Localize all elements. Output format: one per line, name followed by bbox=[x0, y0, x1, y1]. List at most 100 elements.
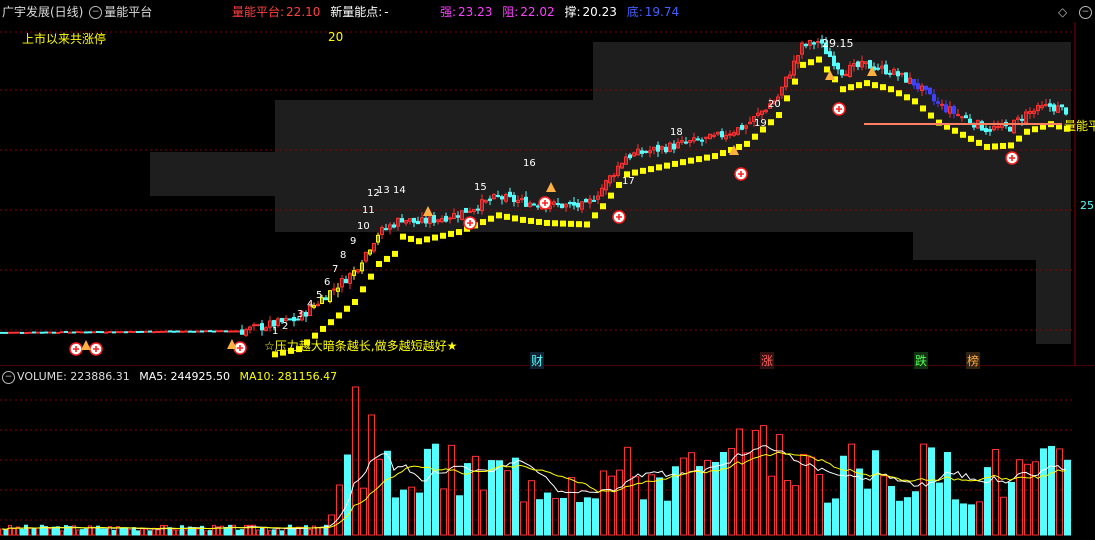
volume-bar bbox=[0, 528, 4, 536]
volume-bar bbox=[816, 474, 823, 536]
volume-bar bbox=[512, 457, 519, 536]
volume-bar bbox=[736, 428, 743, 536]
volume-bar bbox=[276, 528, 280, 536]
volume-bar bbox=[84, 528, 88, 536]
volume-bar bbox=[32, 528, 36, 536]
volume-bar bbox=[288, 524, 292, 536]
volume-bar bbox=[64, 525, 68, 536]
volume-bar bbox=[360, 487, 367, 536]
stock-chart-window: 广宇发展(日线) − 量能平台 量能平台: 22.10 新量能点: - 强: 23.23… bbox=[0, 0, 1095, 540]
volume-bar bbox=[284, 527, 288, 536]
volume-bar bbox=[616, 469, 623, 536]
volume-bar bbox=[952, 499, 959, 536]
volume-bar bbox=[712, 461, 719, 536]
volume-bar bbox=[316, 526, 320, 536]
volume-bar bbox=[1032, 461, 1039, 536]
volume-bar bbox=[536, 499, 543, 536]
volume-bar bbox=[480, 489, 487, 536]
volume-bar bbox=[792, 485, 799, 536]
volume-bar bbox=[48, 528, 52, 536]
volume-bar bbox=[752, 429, 759, 536]
volume-bar bbox=[408, 486, 415, 536]
volume-bar bbox=[12, 528, 16, 536]
volume-bar bbox=[696, 466, 703, 536]
volume-bar bbox=[228, 524, 232, 536]
volume-bar bbox=[640, 499, 647, 536]
volume-bar bbox=[768, 475, 775, 536]
volume-bar bbox=[232, 524, 236, 536]
volume-bar bbox=[520, 501, 527, 536]
volume-bar bbox=[272, 529, 276, 536]
volume-bar bbox=[240, 529, 244, 536]
volume-bar bbox=[352, 386, 359, 536]
volume-bar bbox=[140, 528, 144, 536]
volume-bar bbox=[1064, 459, 1071, 536]
volume-bar bbox=[552, 498, 559, 536]
volume-bar bbox=[904, 497, 911, 536]
volume-bar bbox=[888, 486, 895, 536]
volume-bar bbox=[92, 526, 96, 536]
volume-bar bbox=[1040, 448, 1047, 536]
volume-bar bbox=[584, 497, 591, 536]
volume-bar bbox=[368, 414, 375, 536]
volume-bar bbox=[1000, 496, 1007, 536]
volume-bar bbox=[280, 530, 284, 536]
volume-bar bbox=[384, 450, 391, 536]
volume-bar bbox=[976, 501, 983, 536]
volume-bar bbox=[24, 524, 28, 536]
volume-bar bbox=[256, 529, 260, 536]
volume-bar bbox=[528, 480, 535, 536]
volume-bar bbox=[112, 529, 116, 536]
volume-bar bbox=[608, 475, 615, 536]
volume-bar bbox=[1048, 445, 1055, 536]
volume-bar bbox=[344, 454, 351, 536]
volume-chart[interactable] bbox=[0, 0, 1095, 540]
volume-bar bbox=[196, 528, 200, 536]
volume-bar bbox=[4, 529, 8, 536]
volume-bar bbox=[132, 527, 136, 536]
volume-bar bbox=[456, 495, 463, 536]
volume-bar bbox=[504, 470, 511, 536]
volume-bar bbox=[936, 482, 943, 536]
volume-bar bbox=[260, 527, 264, 536]
volume-bar bbox=[688, 452, 695, 536]
volume-bar bbox=[840, 455, 847, 536]
volume-bar bbox=[400, 489, 407, 536]
volume-bar bbox=[600, 470, 607, 536]
volume-bar bbox=[896, 500, 903, 536]
volume-bar bbox=[656, 477, 663, 536]
volume-bar bbox=[1056, 448, 1063, 536]
volume-bar bbox=[880, 475, 887, 536]
volume-bar bbox=[416, 492, 423, 536]
volume-bar bbox=[80, 529, 84, 536]
volume-bar bbox=[440, 488, 447, 536]
volume-bar bbox=[172, 529, 176, 536]
volume-bar bbox=[264, 527, 268, 536]
volume-bar bbox=[544, 492, 551, 536]
volume-bar bbox=[204, 530, 208, 536]
volume-bar bbox=[268, 530, 272, 536]
volume-bar bbox=[568, 477, 575, 536]
volume-bar bbox=[304, 525, 308, 536]
volume-bar bbox=[424, 448, 431, 536]
volume-bar bbox=[808, 456, 815, 536]
volume-bar bbox=[224, 526, 228, 536]
volume-bar bbox=[872, 450, 879, 536]
volume-bar bbox=[760, 425, 767, 536]
volume-bar bbox=[928, 447, 935, 536]
volume-bar bbox=[120, 527, 124, 536]
volume-bar bbox=[136, 530, 140, 536]
volume-bar bbox=[212, 524, 216, 536]
volume-bar bbox=[8, 524, 12, 536]
volume-bar bbox=[864, 488, 871, 536]
volume-bar bbox=[560, 497, 567, 536]
volume-bar bbox=[336, 484, 343, 536]
volume-bar bbox=[960, 503, 967, 536]
volume-bar bbox=[472, 455, 479, 536]
volume-bar bbox=[156, 529, 160, 536]
volume-bar bbox=[236, 529, 240, 536]
volume-bar bbox=[164, 525, 168, 536]
volume-bar bbox=[784, 480, 791, 536]
volume-bar bbox=[1016, 459, 1023, 536]
volume-bar bbox=[28, 527, 32, 536]
